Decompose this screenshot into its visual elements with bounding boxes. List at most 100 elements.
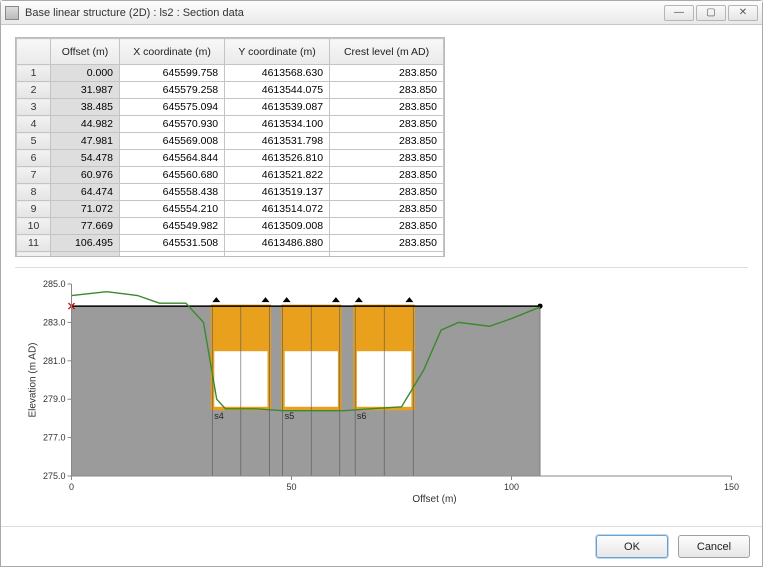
window-controls: — ▢ ✕ [664,5,758,21]
cell-y[interactable]: 4613486.880 [225,235,330,252]
svg-text:s6: s6 [357,411,367,421]
cell-crest[interactable]: 283.850 [330,133,444,150]
cell-y[interactable]: 4613568.630 [225,65,330,82]
table-row[interactable]: 864.474645558.4384613519.137283.850 [17,184,444,201]
cell-offset[interactable]: 47.981 [51,133,120,150]
dialog-window: Base linear structure (2D) : ls2 : Secti… [0,0,763,567]
cell-offset[interactable]: 64.474 [51,184,120,201]
row-index: 10 [17,218,51,235]
svg-text:150: 150 [724,482,739,492]
svg-text:s5: s5 [285,411,295,421]
cell-offset[interactable]: 31.987 [51,82,120,99]
svg-text:Offset (m): Offset (m) [412,494,456,505]
svg-text:50: 50 [286,482,296,492]
cell-x[interactable]: 645579.258 [120,82,225,99]
cell-y[interactable]: 4613531.798 [225,133,330,150]
col-ycoord[interactable]: Y coordinate (m) [225,39,330,65]
app-icon [5,6,19,20]
cell-x[interactable]: 645570.930 [120,116,225,133]
row-index: 4 [17,116,51,133]
cell-crest[interactable]: 283.850 [330,184,444,201]
cell-offset[interactable]: 106.495 [51,235,120,252]
ok-button[interactable]: OK [596,535,668,558]
svg-text:Elevation (m AD): Elevation (m AD) [28,342,39,417]
cell-offset[interactable]: 38.485 [51,99,120,116]
cell-x[interactable]: 645560.680 [120,167,225,184]
svg-text:283.0: 283.0 [43,317,66,327]
titlebar[interactable]: Base linear structure (2D) : ls2 : Secti… [1,1,762,25]
row-index: 9 [17,201,51,218]
cell-x[interactable]: 645569.008 [120,133,225,150]
row-index: 6 [17,150,51,167]
cell-y[interactable]: 4613539.087 [225,99,330,116]
svg-text:275.0: 275.0 [43,471,66,481]
table-row[interactable]: 760.976645560.6804613521.822283.850 [17,167,444,184]
data-grid[interactable]: Offset (m) X coordinate (m) Y coordinate… [16,38,444,257]
table-new-row[interactable]: * [17,252,444,258]
row-index: 8 [17,184,51,201]
cell-y[interactable]: 4613534.100 [225,116,330,133]
table-row[interactable]: 338.485645575.0944613539.087283.850 [17,99,444,116]
cancel-button[interactable]: Cancel [678,535,750,558]
cell-x[interactable]: 645599.758 [120,65,225,82]
cell-y[interactable]: 4613514.072 [225,201,330,218]
svg-text:285.0: 285.0 [43,279,66,289]
table-row[interactable]: 231.987645579.2584613544.075283.850 [17,82,444,99]
cell-y[interactable]: 4613509.008 [225,218,330,235]
cell-x[interactable]: 645558.438 [120,184,225,201]
table-row[interactable]: 971.072645554.2104613514.072283.850 [17,201,444,218]
cell-offset[interactable]: 77.669 [51,218,120,235]
cell-offset[interactable]: 54.478 [51,150,120,167]
table-row[interactable]: 654.478645564.8444613526.810283.850 [17,150,444,167]
row-index: 5 [17,133,51,150]
cell-offset[interactable]: 44.982 [51,116,120,133]
close-button[interactable]: ✕ [728,5,758,21]
cell-crest[interactable]: 283.850 [330,82,444,99]
col-offset[interactable]: Offset (m) [51,39,120,65]
row-index: 7 [17,167,51,184]
cell-x[interactable]: 645564.844 [120,150,225,167]
window-title: Base linear structure (2D) : ls2 : Secti… [25,7,664,19]
row-index: 11 [17,235,51,252]
cell-y[interactable]: 4613521.822 [225,167,330,184]
cell-x[interactable]: 645549.982 [120,218,225,235]
cell-crest[interactable]: 283.850 [330,201,444,218]
chart-svg: s4s5s6275.0277.0279.0281.0283.0285.00501… [15,276,748,506]
cell-x[interactable]: 645575.094 [120,99,225,116]
new-row-marker: * [17,252,51,258]
table-row[interactable]: 444.982645570.9304613534.100283.850 [17,116,444,133]
dialog-content: Offset (m) X coordinate (m) Y coordinate… [1,25,762,526]
rowhead-col [17,39,51,65]
col-crest[interactable]: Crest level (m AD) [330,39,444,65]
cell-crest[interactable]: 283.850 [330,99,444,116]
cell-offset[interactable]: 71.072 [51,201,120,218]
maximize-button[interactable]: ▢ [696,5,726,21]
cell-offset[interactable]: 60.976 [51,167,120,184]
cell-y[interactable]: 4613519.137 [225,184,330,201]
col-xcoord[interactable]: X coordinate (m) [120,39,225,65]
cell-crest[interactable]: 283.850 [330,150,444,167]
cell-offset[interactable]: 0.000 [51,65,120,82]
row-index: 2 [17,82,51,99]
svg-text:100: 100 [504,482,519,492]
svg-text:0: 0 [69,482,74,492]
row-index: 3 [17,99,51,116]
cell-crest[interactable]: 283.850 [330,235,444,252]
table-row[interactable]: 547.981645569.0084613531.798283.850 [17,133,444,150]
dialog-footer: OK Cancel [1,526,762,566]
table-row[interactable]: 11106.495645531.5084613486.880283.850 [17,235,444,252]
minimize-button[interactable]: — [664,5,694,21]
cell-crest[interactable]: 283.850 [330,167,444,184]
cell-y[interactable]: 4613544.075 [225,82,330,99]
table-row[interactable]: 1077.669645549.9824613509.008283.850 [17,218,444,235]
cell-y[interactable]: 4613526.810 [225,150,330,167]
svg-text:277.0: 277.0 [43,433,66,443]
cell-crest[interactable]: 283.850 [330,218,444,235]
cell-x[interactable]: 645554.210 [120,201,225,218]
cell-crest[interactable]: 283.850 [330,65,444,82]
section-table[interactable]: Offset (m) X coordinate (m) Y coordinate… [15,37,445,257]
table-row[interactable]: 10.000645599.7584613568.630283.850 [17,65,444,82]
section-chart: s4s5s6275.0277.0279.0281.0283.0285.00501… [15,267,748,516]
cell-crest[interactable]: 283.850 [330,116,444,133]
cell-x[interactable]: 645531.508 [120,235,225,252]
